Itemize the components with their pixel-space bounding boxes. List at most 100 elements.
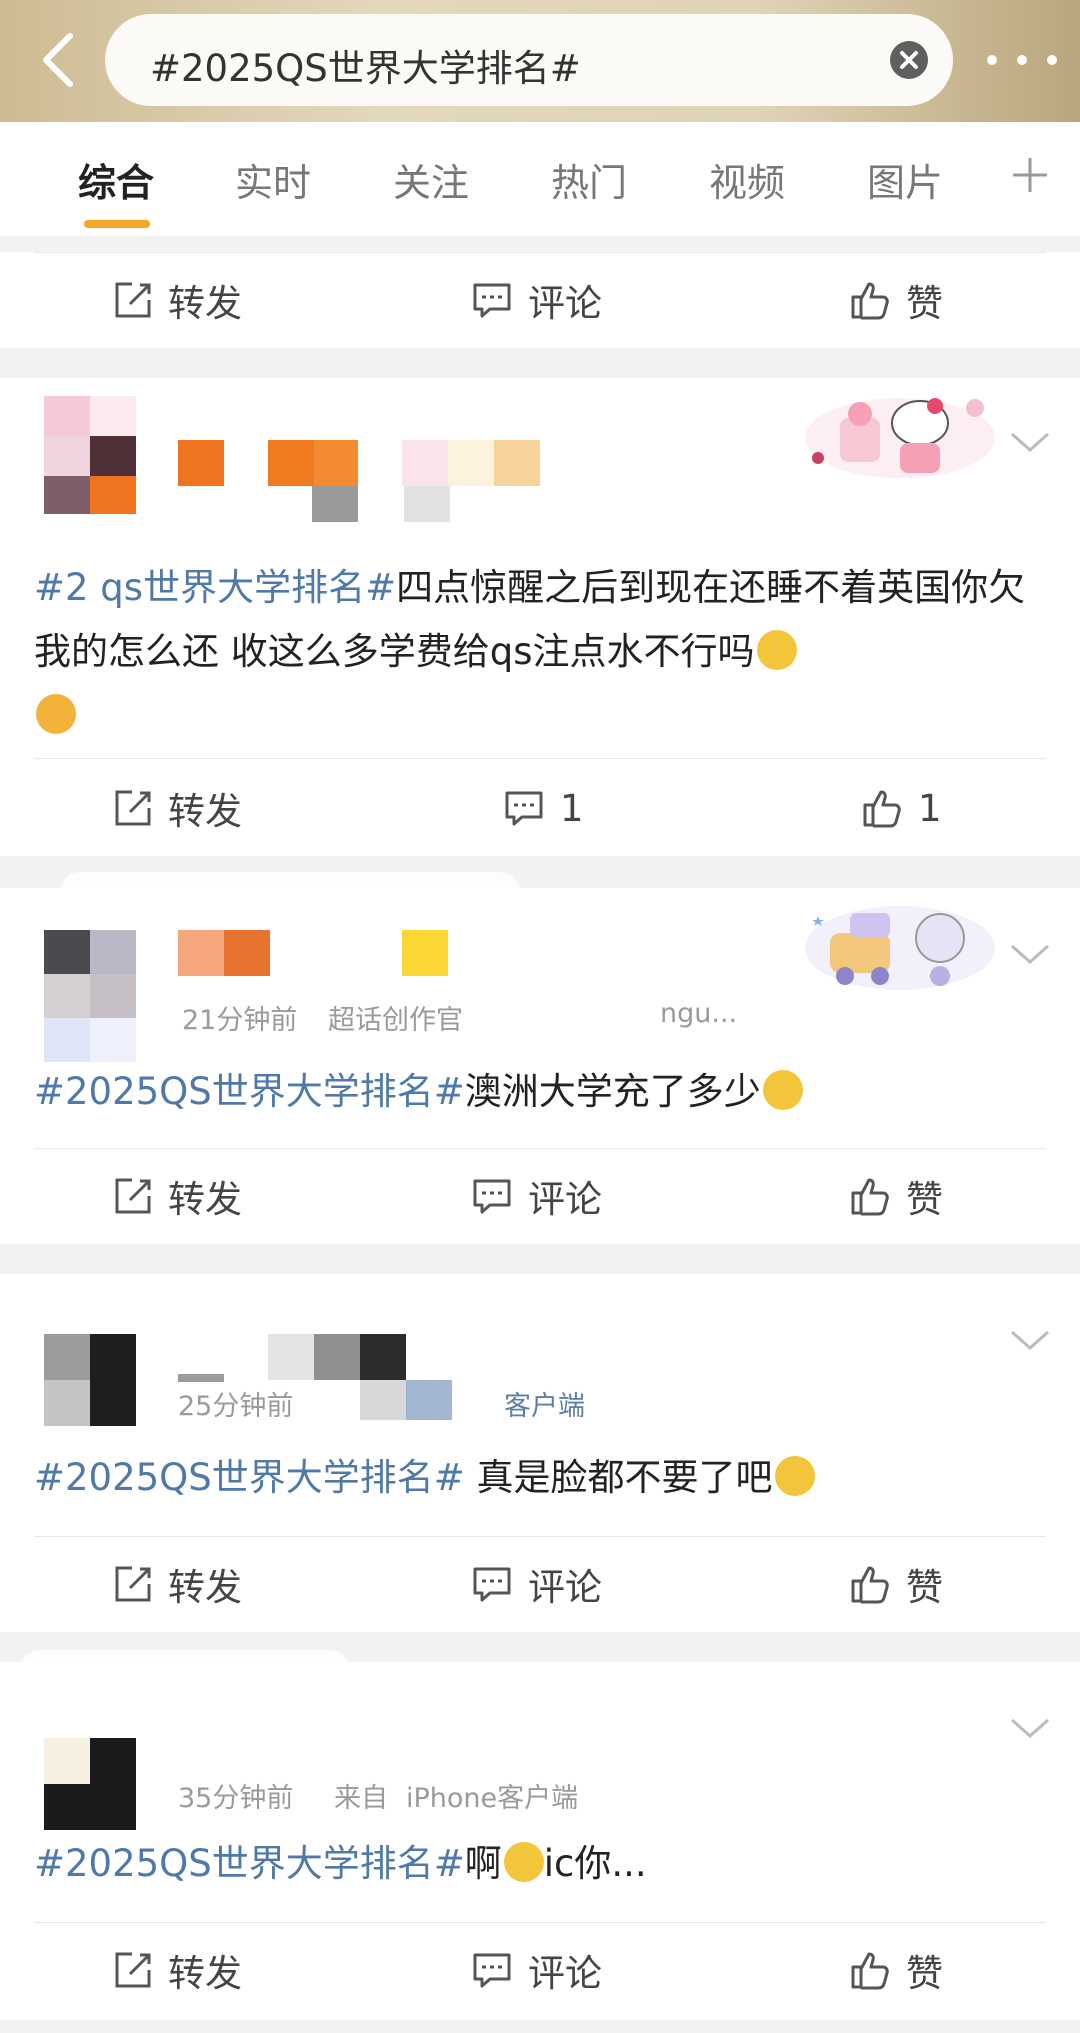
post-time: 25分钟前 (178, 1391, 294, 1422)
divider (34, 1148, 1046, 1149)
thumbs-up-icon (851, 282, 889, 320)
like-button[interactable]: 赞 (848, 1172, 943, 1221)
repost-button[interactable]: 转发 (110, 1946, 242, 1995)
comment-label: 评论 (528, 1952, 602, 1995)
laughing-crying-emoji-icon (762, 1070, 803, 1110)
tab-comprehensive[interactable]: 综合 (78, 152, 154, 207)
post-action-bar: 转发 评论 赞 (0, 252, 1080, 348)
post-action-bar: 转发 评论 赞 (0, 1922, 1080, 2020)
post-card[interactable]: 25分钟前 客户端 #2025QS世界大学排名# 真是脸都不要了吧 (0, 1274, 1080, 1536)
post-hashtag[interactable]: #2025QS世界大学排名# (34, 1842, 465, 1885)
like-label: 赞 (906, 282, 943, 325)
back-button[interactable] (30, 24, 90, 96)
more-options-button[interactable] (982, 40, 1062, 80)
repost-label: 转发 (168, 1178, 242, 1221)
comment-label: 评论 (528, 1178, 602, 1221)
like-count: 1 (918, 786, 942, 830)
comment-label: 评论 (528, 1566, 602, 1609)
divider (34, 1536, 1046, 1537)
blur-overlay (60, 872, 520, 912)
repost-button[interactable]: 转发 (110, 276, 242, 325)
post-body-tail: ic你... (543, 1842, 647, 1885)
post-hashtag[interactable]: #2025QS世界大学排名# (34, 1070, 465, 1113)
surprised-emoji-icon (503, 1842, 544, 1882)
post-hashtag[interactable]: #2025QS世界大学排名# (34, 1456, 465, 1499)
repost-label: 转发 (168, 790, 242, 833)
more-dots-icon (987, 55, 1057, 65)
avatar[interactable] (44, 930, 136, 1062)
clear-search-button[interactable] (890, 41, 928, 79)
divider (34, 758, 1046, 759)
laughing-crying-emoji-icon (756, 630, 797, 670)
like-button[interactable]: 赞 (848, 1560, 943, 1609)
chevron-down-icon[interactable] (1008, 1714, 1052, 1742)
crying-emoji-icon (36, 694, 76, 734)
thumbs-up-icon (851, 1952, 889, 1990)
post-source: ngu... (660, 998, 738, 1029)
repost-label: 转发 (168, 1952, 242, 1995)
avatar[interactable] (44, 396, 136, 514)
comment-button[interactable]: 评论 (470, 276, 602, 325)
avatar[interactable] (44, 1738, 136, 1830)
post-body: 啊 (464, 1842, 502, 1885)
repost-label: 转发 (168, 282, 242, 325)
post-card[interactable]: 21分钟前 超话创作官 ngu... #2025QS世界大学排名#澳洲大学充了多… (0, 872, 1080, 1148)
repost-button[interactable]: 转发 (110, 1172, 242, 1221)
repost-icon (115, 1952, 151, 1988)
like-label: 赞 (906, 1952, 943, 1995)
add-tab-button[interactable] (1000, 140, 1060, 210)
username-redacted (178, 930, 448, 976)
username-redacted (178, 440, 540, 486)
filter-tabs: 综合 实时 关注 热门 视频 图片 (0, 122, 1080, 236)
comment-label: 评论 (528, 282, 602, 325)
post-card[interactable]: 35分钟前 来自 iPhone客户端 #2025QS世界大学排名#啊 ic你... (0, 1650, 1080, 1922)
comment-count: 1 (560, 786, 584, 830)
post-body: 澳洲大学充了多少 (464, 1070, 761, 1113)
search-input[interactable]: #2025QS世界大学排名# (105, 14, 953, 106)
chevron-left-icon (43, 33, 73, 87)
comment-button[interactable]: 1 (502, 784, 584, 832)
close-icon (900, 51, 918, 69)
comment-button[interactable]: 评论 (470, 1946, 602, 1995)
comment-button[interactable]: 评论 (470, 1172, 602, 1221)
post-body: 真是脸都不要了吧 (464, 1456, 773, 1499)
search-header: #2025QS世界大学排名# (0, 0, 1080, 122)
repost-icon (115, 1178, 151, 1214)
post-hashtag[interactable]: #2 qs世界大学排名# (34, 566, 396, 609)
post-card[interactable]: #2 qs世界大学排名#四点惊醒之后到现在还睡不着英国你欠我的怎么还 收这么多学… (0, 378, 1080, 856)
like-button[interactable]: 赞 (848, 1946, 943, 1995)
comment-icon (473, 1179, 511, 1214)
like-button[interactable]: 1 (860, 784, 942, 832)
tab-following[interactable]: 关注 (393, 152, 469, 207)
repost-icon (115, 790, 151, 826)
post-tag: 超话创作官 (328, 1005, 463, 1036)
repost-icon (115, 282, 151, 318)
hello-kitty-badge (805, 398, 995, 478)
tab-video[interactable]: 视频 (709, 152, 785, 207)
meta-redacted (312, 486, 450, 522)
repost-button[interactable]: 转发 (110, 784, 242, 833)
active-tab-indicator (84, 220, 150, 228)
divider (34, 1922, 1046, 1923)
like-label: 赞 (906, 1566, 943, 1609)
avatar[interactable] (44, 1334, 136, 1452)
tab-hot[interactable]: 热门 (551, 152, 627, 207)
repost-label: 转发 (168, 1566, 242, 1609)
thumbs-up-icon (863, 790, 901, 828)
like-button[interactable]: 赞 (848, 276, 943, 325)
tab-images[interactable]: 图片 (867, 152, 943, 207)
post-source: iPhone客户端 (406, 1783, 579, 1814)
chevron-down-icon[interactable] (1008, 940, 1052, 968)
comment-icon (505, 791, 543, 826)
chevron-down-icon[interactable] (1008, 428, 1052, 456)
tab-realtime[interactable]: 实时 (235, 152, 311, 207)
blur-overlay (20, 1650, 350, 1690)
post-time: 21分钟前 (182, 1005, 298, 1036)
comment-button[interactable]: 评论 (470, 1560, 602, 1609)
chevron-down-icon[interactable] (1008, 1326, 1052, 1354)
post-time: 35分钟前 (178, 1783, 294, 1814)
comment-icon (473, 283, 511, 318)
laughing-crying-emoji-icon (774, 1456, 815, 1496)
repost-button[interactable]: 转发 (110, 1560, 242, 1609)
post-text: #2 qs世界大学排名#四点惊醒之后到现在还睡不着英国你欠我的怎么还 收这么多学… (34, 556, 1044, 748)
